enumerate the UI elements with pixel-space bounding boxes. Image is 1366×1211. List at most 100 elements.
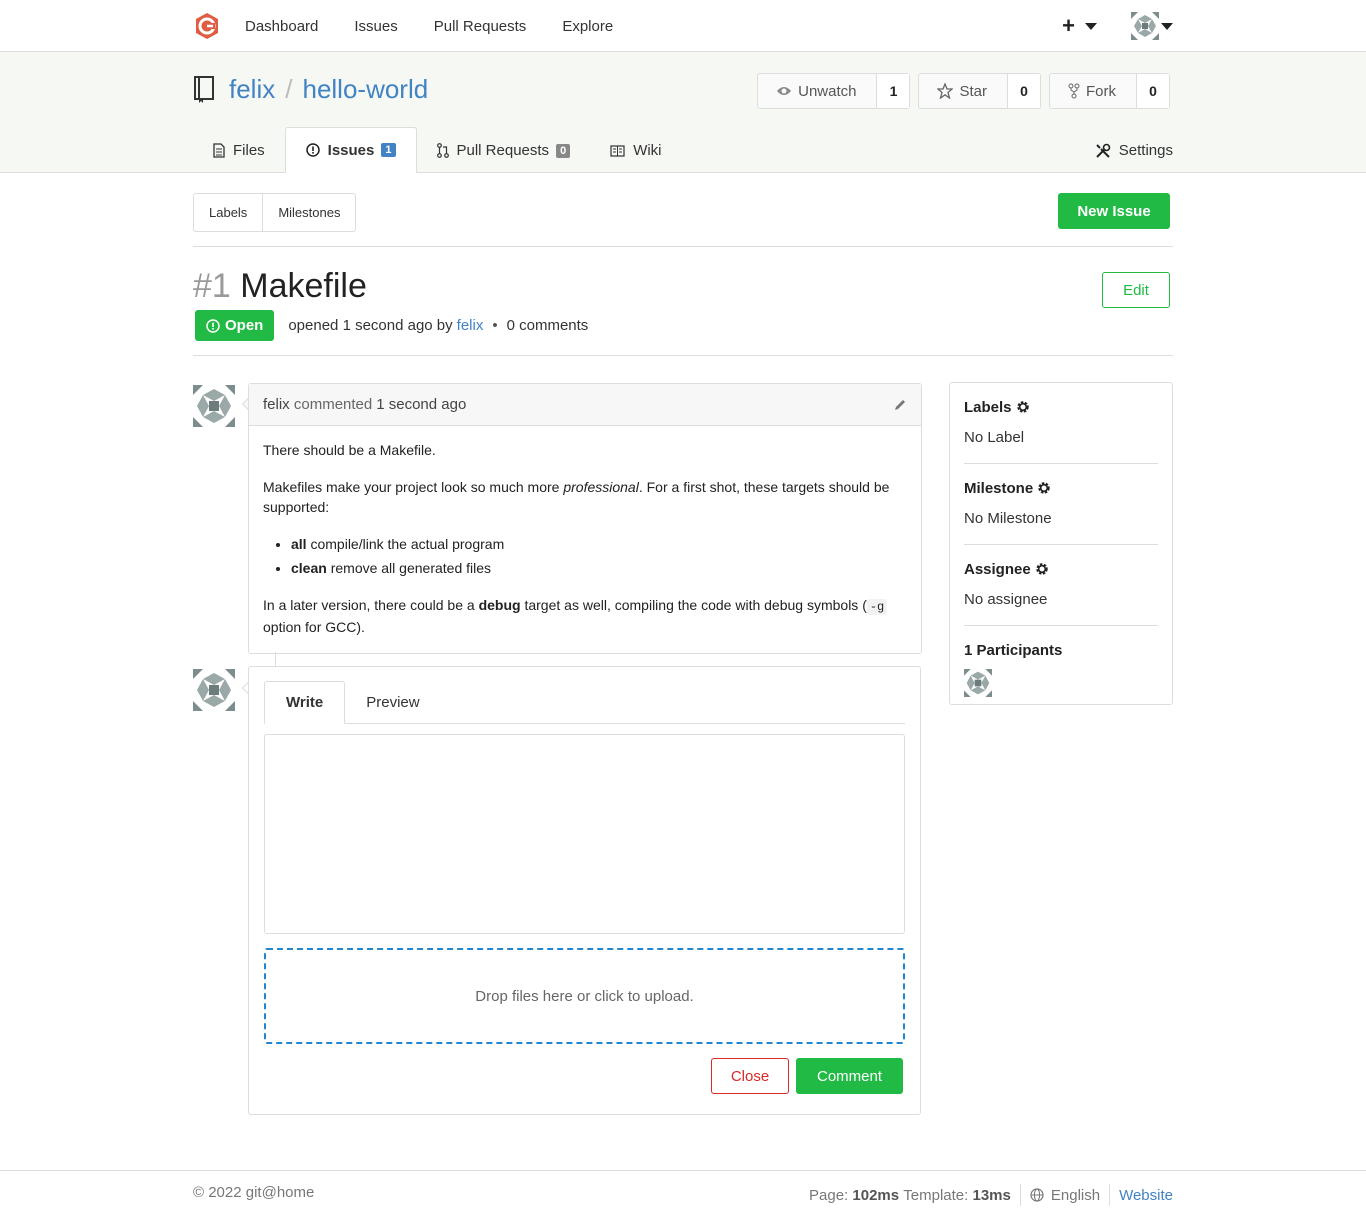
assignee-heading-text: Assignee <box>964 560 1031 578</box>
tab-issues-label: Issues <box>327 141 375 159</box>
unwatch-button[interactable]: Unwatch <box>758 74 878 108</box>
tab-preview[interactable]: Preview <box>345 681 440 723</box>
forks-count[interactable]: 0 <box>1137 74 1169 108</box>
footer-right: Page: 102ms Template: 13ms English Websi… <box>809 1184 1173 1206</box>
assignee-section: Assignee No assignee <box>964 544 1158 625</box>
assignee-heading[interactable]: Assignee <box>964 559 1158 579</box>
participants-heading: 1 Participants <box>964 640 1158 660</box>
website-link[interactable]: Website <box>1119 1187 1173 1204</box>
star-button[interactable]: Star <box>919 74 1008 108</box>
repo-name-link[interactable]: hello-world <box>302 74 428 105</box>
timeline-line <box>275 652 276 666</box>
close-issue-button[interactable]: Close <box>711 1058 789 1094</box>
comment-text: Makefiles make your project look so much… <box>263 479 564 495</box>
labels-heading[interactable]: Labels <box>964 397 1158 417</box>
comment-text: There should be a Makefile. <box>263 442 436 458</box>
comment-author[interactable]: felix <box>263 396 290 413</box>
gear-icon[interactable] <box>1037 481 1051 495</box>
repo-tabs: Files Issues 1 Pull Requests 0 Wiki Sett… <box>193 127 1173 173</box>
gitea-logo-icon[interactable] <box>193 12 221 40</box>
edit-title-button[interactable]: Edit <box>1102 272 1170 308</box>
author-link[interactable]: felix <box>457 317 484 334</box>
participant-avatar[interactable] <box>964 669 992 697</box>
comment-button[interactable]: Comment <box>796 1058 903 1094</box>
create-new-button[interactable]: + <box>1062 13 1075 39</box>
issue-meta: Open opened 1 second ago by felix • 0 co… <box>195 310 588 341</box>
milestones-button[interactable]: Milestones <box>262 194 355 231</box>
meta-separator: • <box>492 317 498 334</box>
avatar[interactable] <box>193 385 235 427</box>
divider <box>193 355 1173 356</box>
participants-section: 1 Participants <box>964 625 1158 703</box>
user-avatar[interactable] <box>1131 12 1159 40</box>
labels-button[interactable]: Labels <box>194 194 262 231</box>
fork-label: Fork <box>1086 82 1116 100</box>
file-dropzone[interactable]: Drop files here or click to upload. <box>264 948 905 1044</box>
comment-textarea[interactable] <box>264 734 905 934</box>
footer: © 2022 git@home Page: 102ms Template: 13… <box>0 1170 1366 1211</box>
book-icon <box>610 144 625 157</box>
git-pull-request-icon <box>436 143 449 158</box>
milestone-heading[interactable]: Milestone <box>964 478 1158 498</box>
participants-list <box>964 669 1158 703</box>
page-time-value: 102ms <box>852 1186 900 1204</box>
comment-action: commented <box>293 396 373 413</box>
comment-paragraph: In a later version, there could be a deb… <box>263 595 907 637</box>
tab-files-label: Files <box>233 142 265 159</box>
tab-pull-requests[interactable]: Pull Requests 0 <box>417 128 591 173</box>
file-icon <box>213 143 225 158</box>
milestone-section: Milestone No Milestone <box>964 463 1158 544</box>
language-selector[interactable]: English <box>1051 1187 1100 1204</box>
tab-settings[interactable]: Settings <box>1075 128 1173 173</box>
issue-number: #1 <box>193 267 231 305</box>
repo-separator: / <box>285 74 293 104</box>
milestone-heading-text: Milestone <box>964 479 1034 497</box>
tab-pull-requests-label: Pull Requests <box>456 142 550 159</box>
template-time-value: 13ms <box>972 1186 1011 1204</box>
tab-issues[interactable]: Issues 1 <box>284 127 417 173</box>
comment-form: Write Preview Drop files here or click t… <box>248 666 921 1115</box>
status-badge-label: Open <box>225 317 264 334</box>
chevron-down-icon[interactable] <box>1161 22 1173 30</box>
fork-button-group: Fork 0 <box>1049 73 1170 109</box>
watchers-count[interactable]: 1 <box>877 74 910 108</box>
targets-list: all compile/link the actual program clea… <box>291 534 907 578</box>
editor-tabs: Write Preview <box>264 681 905 724</box>
labels-section: Labels No Label <box>964 383 1158 463</box>
tab-write[interactable]: Write <box>264 681 346 724</box>
comment-header: felix commented 1 second ago <box>249 384 921 426</box>
fork-button[interactable]: Fork <box>1050 74 1137 108</box>
page-time-label: Page: <box>809 1186 849 1204</box>
gear-icon[interactable] <box>1035 562 1049 576</box>
milestone-value: No Milestone <box>964 510 1052 527</box>
status-badge: Open <box>195 310 275 341</box>
tab-wiki[interactable]: Wiki <box>590 128 681 173</box>
repo-owner-link[interactable]: felix <box>229 74 275 105</box>
stars-count[interactable]: 0 <box>1008 74 1040 108</box>
gear-icon[interactable] <box>1016 400 1030 414</box>
comments-count: 0 comments <box>506 317 589 334</box>
target-desc: compile/link the actual program <box>306 536 505 552</box>
nav-explore[interactable]: Explore <box>562 18 613 35</box>
nav-dashboard[interactable]: Dashboard <box>245 18 318 35</box>
labels-heading-text: Labels <box>964 398 1012 416</box>
comment-text: option for GCC). <box>263 619 365 635</box>
tab-files[interactable]: Files <box>193 128 285 173</box>
avatar[interactable] <box>193 669 235 711</box>
inline-code: -g <box>866 599 888 615</box>
issue-opened-icon <box>206 318 220 333</box>
fork-icon <box>1068 83 1080 99</box>
star-button-group: Star 0 <box>918 73 1041 109</box>
pull-requests-count-badge: 0 <box>556 143 571 158</box>
star-icon <box>937 83 954 99</box>
chevron-down-icon[interactable] <box>1085 22 1097 30</box>
new-issue-button[interactable]: New Issue <box>1058 193 1170 229</box>
footer-copyright: © 2022 git@home <box>193 1184 315 1201</box>
list-item: all compile/link the actual program <box>291 534 907 554</box>
nav-pull-requests[interactable]: Pull Requests <box>434 18 527 35</box>
issue-sidebar: Labels No Label Milestone No Milestone A… <box>949 382 1173 705</box>
nav-issues[interactable]: Issues <box>354 18 397 35</box>
watch-button-group: Unwatch 1 <box>757 73 911 109</box>
pencil-icon[interactable] <box>893 398 907 412</box>
tab-settings-label: Settings <box>1118 142 1173 159</box>
